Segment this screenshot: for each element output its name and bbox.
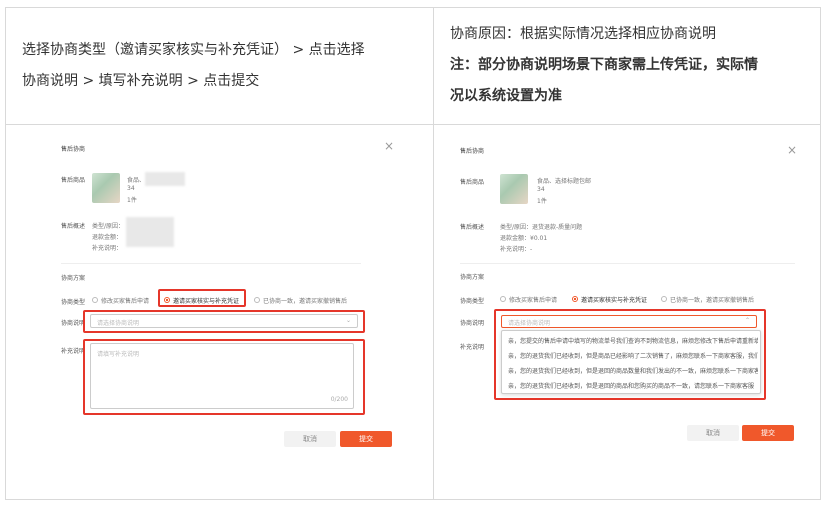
right-dialog: 售后协商 × 售后商品 食品、选择标题包邮 34 1件 售后概述 类型/原因：退… (451, 135, 806, 455)
left-instructions-line1: 选择协商类型（邀请买家核实与补充凭证） > 点击选择 (22, 42, 365, 58)
supp-label: 补充说明 (460, 344, 485, 351)
left-instructions-line2: 协商说明 > 填写补充说明 > 点击提交 (22, 73, 260, 89)
nego-type-label: 协商类型 (61, 299, 86, 306)
plan-label: 协商方案 (460, 274, 485, 281)
cancel-button[interactable]: 取消 (687, 425, 739, 441)
divider (460, 263, 795, 264)
right-instructions: 协商原因：根据实际情况选择相应协商说明 注：部分协商说明场景下商家需上传凭证，实… (450, 19, 815, 112)
note-row: 补充说明：- (500, 246, 533, 253)
supp-label: 补充说明 (61, 348, 86, 355)
right-note-line2: 注：部分协商说明场景下商家需上传凭证，实际情 (450, 57, 758, 73)
radio-revoke[interactable] (661, 296, 667, 302)
radio-modify-label: 修改买家售后申请 (509, 297, 558, 304)
left-dialog: 售后协商 × 售后商品 食品、 34 1件 售后概述 类型/原因： 退款金额： … (50, 135, 410, 455)
goods-name: 食品、 (127, 177, 146, 184)
nego-type-label: 协商类型 (460, 298, 485, 305)
desc-label: 协商说明 (460, 320, 485, 327)
goods-label: 售后商品 (460, 179, 485, 186)
dialog-title: 售后协商 (61, 146, 86, 153)
radio-invite-verify[interactable] (572, 296, 578, 302)
radio-revoke[interactable] (254, 297, 260, 303)
goods-name: 食品、选择标题包邮 (537, 178, 592, 185)
highlight-desc (83, 310, 365, 333)
product-thumbnail (500, 174, 528, 204)
submit-button[interactable]: 提交 (340, 431, 392, 447)
overview-label: 售后概述 (460, 224, 485, 231)
close-icon[interactable]: × (787, 143, 797, 157)
amount-row: 退款金额： (92, 234, 123, 241)
cancel-button[interactable]: 取消 (284, 431, 336, 447)
goods-label: 售后商品 (61, 177, 86, 184)
overview-label: 售后概述 (61, 223, 86, 230)
redacted-block (126, 217, 174, 247)
right-instructions-line1: 协商原因：根据实际情况选择相应协商说明 (450, 26, 716, 42)
radio-modify[interactable] (500, 296, 506, 302)
goods-count: 1件 (127, 197, 137, 204)
left-instructions: 选择协商类型（邀请买家核实与补充凭证） > 点击选择 协商说明 > 填写补充说明… (22, 35, 427, 97)
radio-modify[interactable] (92, 297, 98, 303)
radio-invite-verify-label: 邀请买家核实与补充凭证 (581, 297, 648, 304)
right-note-line3: 况以系统设置为准 (450, 88, 562, 104)
highlight-dropdown (494, 309, 766, 400)
goods-qty: 34 (537, 186, 545, 193)
goods-count: 1件 (537, 198, 547, 205)
radio-revoke-label: 已协商一致，邀请买家撤销售后 (670, 297, 755, 304)
product-thumbnail (92, 173, 120, 203)
close-icon[interactable]: × (384, 139, 394, 153)
highlight-radio (158, 289, 246, 307)
note-row: 补充说明： (92, 245, 123, 252)
desc-label: 协商说明 (61, 320, 86, 327)
plan-label: 协商方案 (61, 275, 86, 282)
type-row: 类型/原因： (92, 223, 125, 230)
radio-revoke-label: 已协商一致，邀请买家撤销售后 (263, 298, 348, 305)
amount-row: 退款金额：¥0.01 (500, 235, 548, 242)
submit-button[interactable]: 提交 (742, 425, 794, 441)
radio-modify-label: 修改买家售后申请 (101, 298, 150, 305)
divider (61, 263, 361, 264)
dialog-title: 售后协商 (460, 148, 485, 155)
redacted-block (145, 172, 185, 186)
goods-qty: 34 (127, 185, 135, 192)
type-row: 类型/原因：退货退款-质量问题 (500, 224, 583, 231)
highlight-supp (83, 339, 365, 415)
